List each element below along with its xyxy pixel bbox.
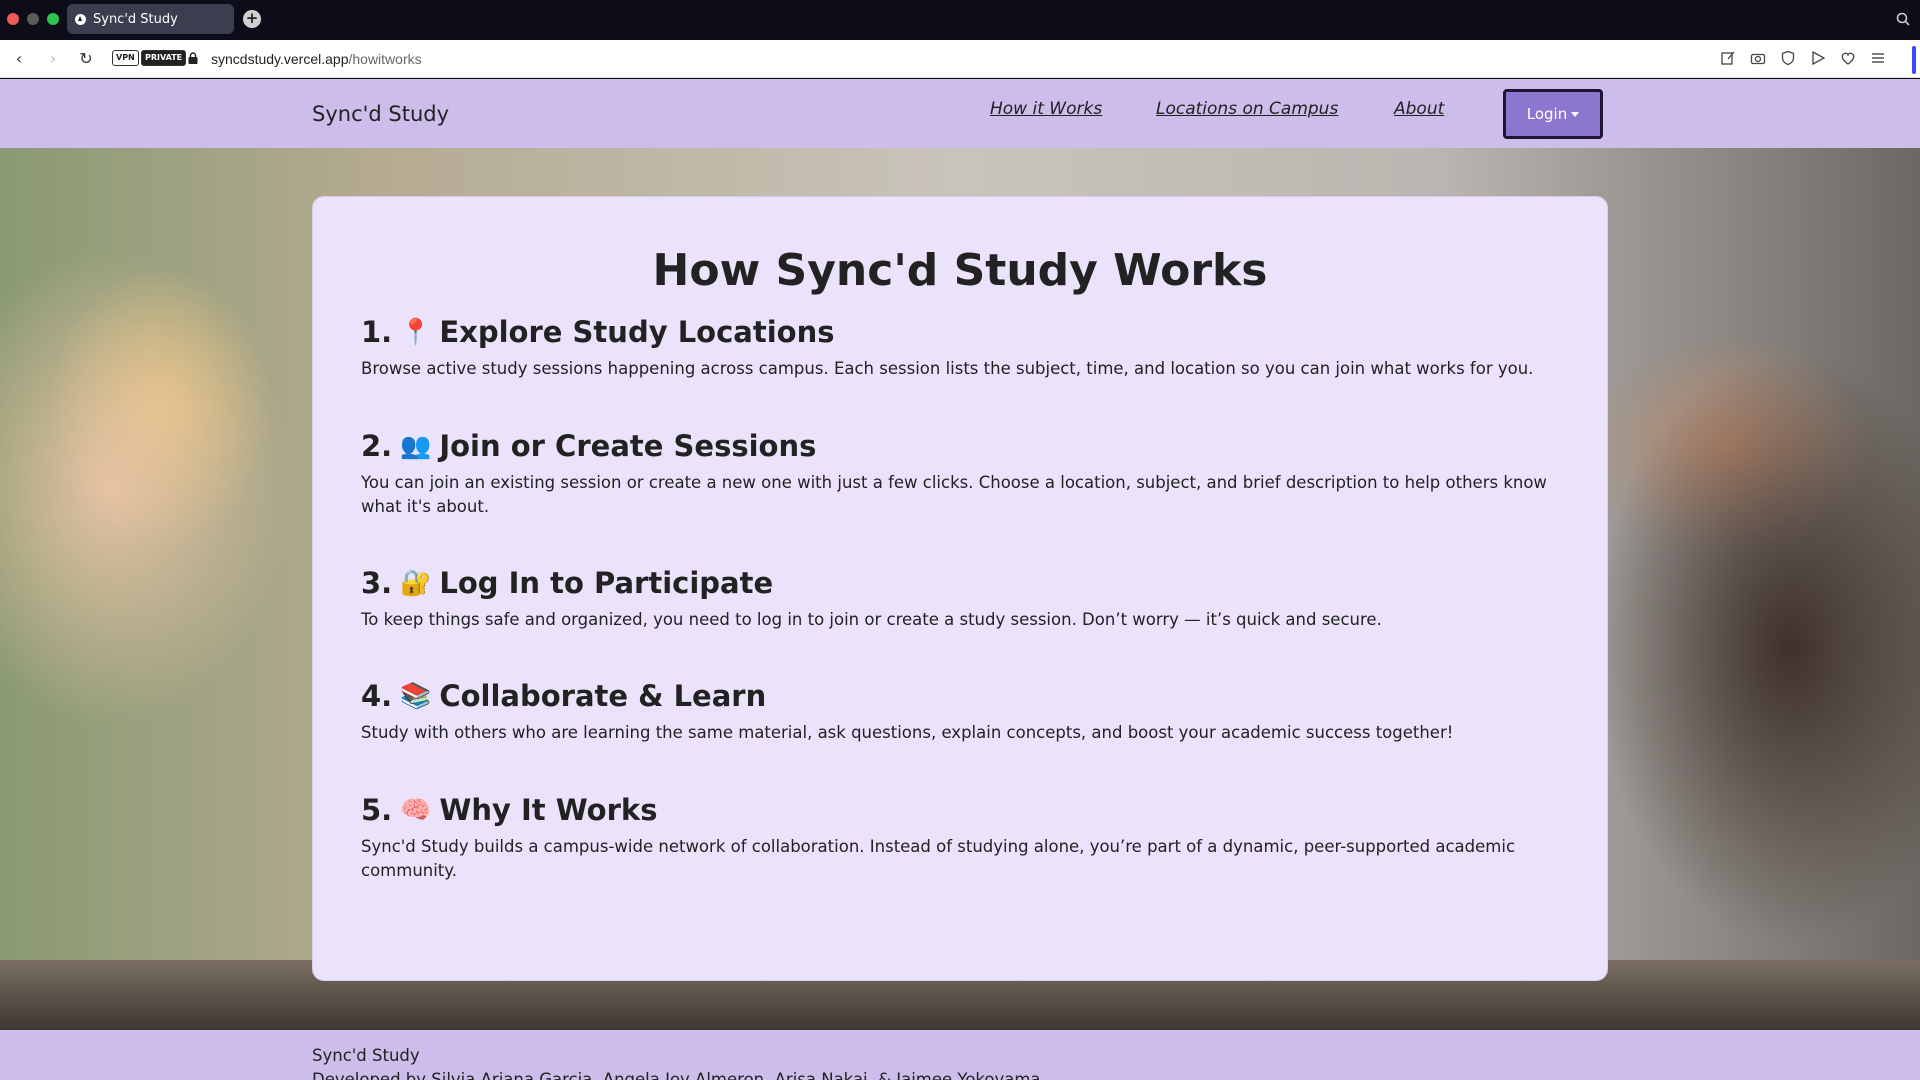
camera-icon[interactable] xyxy=(1750,50,1766,66)
site-favicon-icon xyxy=(75,13,86,25)
footer-credits: Developed by Silvia Ariana Garcia, Angel… xyxy=(312,1070,1041,1080)
step-number: 4. xyxy=(361,679,393,713)
step-log-in: 3. 🔐 Log In to Participate To keep thing… xyxy=(361,566,1551,632)
step-description: You can join an existing session or crea… xyxy=(361,473,1547,516)
heart-icon[interactable] xyxy=(1840,50,1856,66)
step-title: Why It Works xyxy=(439,793,658,827)
step-title: Join or Create Sessions xyxy=(439,429,817,463)
step-number: 2. xyxy=(361,429,393,463)
step-title: Explore Study Locations xyxy=(439,315,835,349)
shield-icon[interactable] xyxy=(1780,50,1796,66)
how-it-works-card: How Sync'd Study Works 1. 📍 Explore Stud… xyxy=(312,196,1608,981)
step-title: Log In to Participate xyxy=(439,566,774,600)
menu-icon[interactable] xyxy=(1870,50,1886,66)
nav-link-how-it-works[interactable]: How it Works xyxy=(990,99,1102,119)
step-heading: 3. 🔐 Log In to Participate xyxy=(361,566,1551,600)
nav-link-about[interactable]: About xyxy=(1394,99,1444,119)
browser-toolbar-icons xyxy=(1720,50,1886,66)
forward-icon[interactable]: › xyxy=(44,50,62,68)
new-tab-button[interactable]: + xyxy=(243,10,261,28)
step-heading: 2. 👥 Join or Create Sessions xyxy=(361,429,1551,463)
brain-icon: 🧠 xyxy=(400,795,432,824)
site-footer: Sync'd Study Developed by Silvia Ariana … xyxy=(0,1030,1920,1080)
lock-key-icon: 🔐 xyxy=(400,568,432,597)
step-heading: 1. 📍 Explore Study Locations xyxy=(361,315,1551,349)
browser-tab-title: Sync'd Study xyxy=(93,11,178,27)
pin-icon: 📍 xyxy=(400,317,432,346)
step-number: 3. xyxy=(361,566,393,600)
site-navbar: Sync'd Study How it Works Locations on C… xyxy=(0,79,1920,148)
url-field[interactable]: syncdstudy.vercel.app/howitworks xyxy=(211,51,422,67)
sidebar-toggle[interactable] xyxy=(1912,46,1916,74)
step-description: Browse active study sessions happening a… xyxy=(361,359,1534,378)
back-icon[interactable]: ‹ xyxy=(10,50,28,68)
step-number: 5. xyxy=(361,793,393,827)
step-collaborate: 4. 📚 Collaborate & Learn Study with othe… xyxy=(361,679,1551,745)
reload-icon[interactable]: ↻ xyxy=(77,50,95,68)
url-path: /howitworks xyxy=(348,51,422,67)
send-icon[interactable] xyxy=(1810,50,1826,66)
close-window-button[interactable] xyxy=(7,13,19,25)
step-why-it-works: 5. 🧠 Why It Works Sync'd Study builds a … xyxy=(361,793,1551,883)
maximize-window-button[interactable] xyxy=(47,13,59,25)
page-title: How Sync'd Study Works xyxy=(652,245,1268,296)
private-badge: PRIVATE xyxy=(141,50,187,66)
vpn-badge[interactable]: VPN xyxy=(112,50,139,66)
browser-address-bar: ‹ › ↻ VPN PRIVATE syncdstudy.vercel.app/… xyxy=(0,40,1920,78)
step-number: 1. xyxy=(361,315,393,349)
step-heading: 4. 📚 Collaborate & Learn xyxy=(361,679,1551,713)
step-description: Study with others who are learning the s… xyxy=(361,723,1454,742)
browser-tab-bar: Sync'd Study + xyxy=(0,0,1920,40)
site-brand[interactable]: Sync'd Study xyxy=(312,102,449,126)
step-join-create: 2. 👥 Join or Create Sessions You can joi… xyxy=(361,429,1551,519)
search-icon[interactable] xyxy=(1896,12,1910,26)
step-explore-locations: 1. 📍 Explore Study Locations Browse acti… xyxy=(361,315,1551,381)
footer-brand: Sync'd Study xyxy=(312,1046,420,1065)
step-title: Collaborate & Learn xyxy=(439,679,767,713)
nav-link-locations[interactable]: Locations on Campus xyxy=(1156,99,1338,119)
login-label: Login xyxy=(1526,105,1568,123)
caret-down-icon xyxy=(1571,111,1580,117)
edit-icon[interactable] xyxy=(1720,50,1736,66)
login-dropdown-button[interactable]: Login xyxy=(1503,89,1603,139)
lock-icon[interactable] xyxy=(188,52,198,64)
people-icon: 👥 xyxy=(400,431,432,460)
minimize-window-button[interactable] xyxy=(27,13,39,25)
books-icon: 📚 xyxy=(400,681,432,710)
browser-tab[interactable]: Sync'd Study xyxy=(67,4,234,34)
step-heading: 5. 🧠 Why It Works xyxy=(361,793,1551,827)
url-domain: syncdstudy.vercel.app xyxy=(211,51,349,67)
step-description: To keep things safe and organized, you n… xyxy=(361,610,1382,629)
step-description: Sync'd Study builds a campus-wide networ… xyxy=(361,837,1516,880)
